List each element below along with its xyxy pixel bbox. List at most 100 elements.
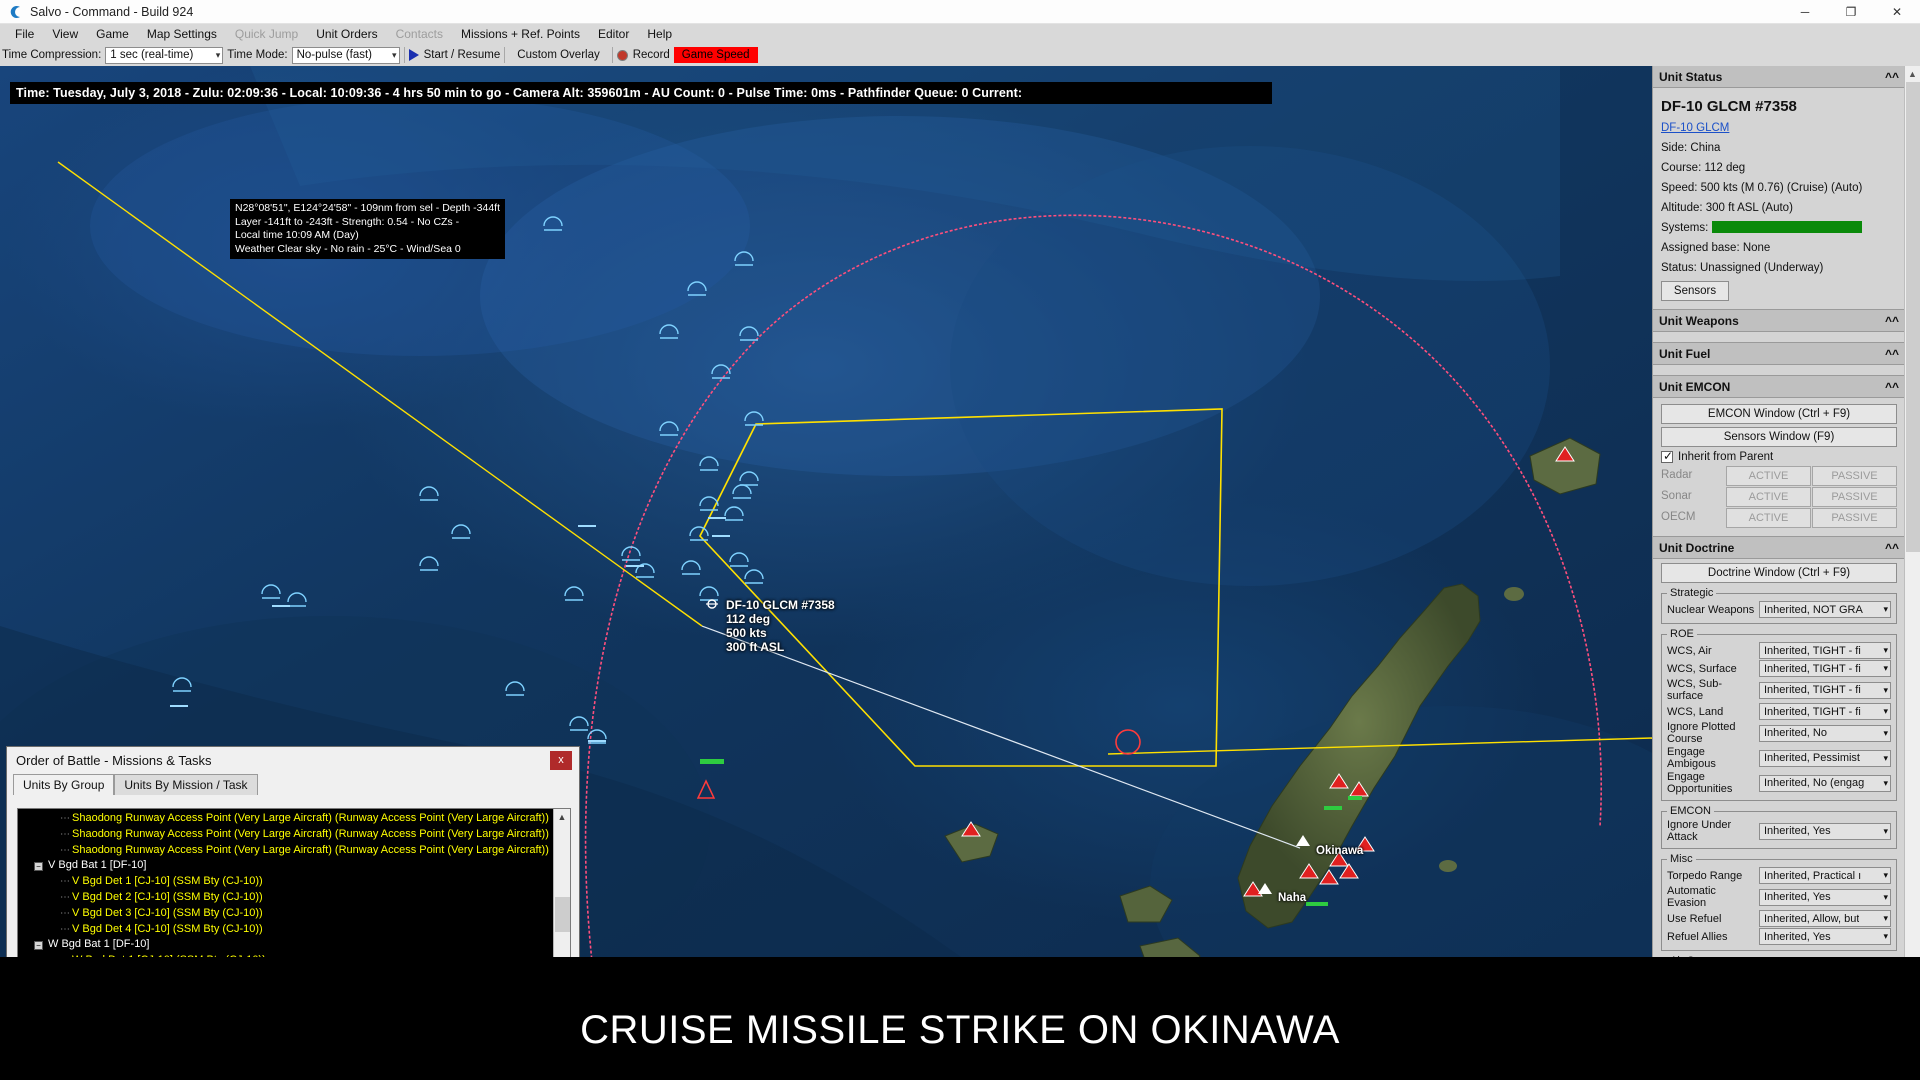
custom-overlay-button[interactable]: Custom Overlay (509, 49, 607, 61)
section-header-unit-status[interactable]: Unit Status ^^ (1653, 66, 1905, 88)
menu-item-game[interactable]: Game (87, 25, 138, 43)
time-compression-value: 1 sec (real-time) (110, 49, 194, 61)
scrollbar-thumb[interactable] (555, 897, 570, 932)
oob-row-label: V Bgd Det 3 [CJ-10] (SSM Bty (CJ-10)) (72, 906, 263, 919)
menu-item-editor[interactable]: Editor (589, 25, 638, 43)
doctrine-label: Ignore Under Attack (1667, 819, 1732, 843)
sensors-window-button[interactable]: Sensors Window (F9) (1661, 427, 1897, 447)
doctrine-select-ignore-under-attack[interactable]: Inherited, Yes ▾ (1759, 822, 1891, 840)
doctrine-row: Automatic Evasion Inherited, Yes ▾ (1667, 885, 1891, 909)
chevron-down-icon: ▾ (1883, 706, 1888, 716)
chevron-up-icon[interactable]: ^^ (1885, 541, 1899, 555)
menu-item-missions-ref-points[interactable]: Missions + Ref. Points (452, 25, 589, 43)
section-header-unit-fuel[interactable]: Unit Fuel ^^ (1653, 343, 1905, 365)
chevron-up-icon[interactable]: ^^ (1885, 70, 1899, 84)
time-compression-select[interactable]: 1 sec (real-time) ▾ (105, 46, 224, 64)
chevron-up-icon[interactable]: ^^ (1885, 380, 1899, 394)
emcon-oecm-passive[interactable]: PASSIVE (1812, 508, 1897, 528)
section-title: Unit EMCON (1659, 379, 1731, 394)
scroll-up-arrow-icon[interactable]: ▲ (554, 809, 570, 825)
emcon-sonar-passive[interactable]: PASSIVE (1812, 487, 1897, 507)
inherit-from-parent-checkbox[interactable]: Inherit from Parent (1661, 449, 1897, 463)
sidebar-scrollbar[interactable]: ▲ (1904, 66, 1920, 1023)
callout-speed: 500 kts (726, 626, 767, 640)
chevron-down-icon: ▾ (1883, 913, 1888, 923)
emcon-window-button[interactable]: EMCON Window (Ctrl + F9) (1661, 404, 1897, 424)
chevron-up-icon[interactable]: ^^ (1885, 314, 1899, 328)
oob-unit-row[interactable]: ⋯ V Bgd Det 4 [CJ-10] (SSM Bty (CJ-10)) (24, 922, 552, 938)
expand-collapse-icon[interactable]: − (34, 940, 43, 950)
oob-row-label: V Bgd Det 2 [CJ-10] (SSM Bty (CJ-10)) (72, 890, 263, 903)
section-header-unit-weapons[interactable]: Unit Weapons ^^ (1653, 310, 1905, 332)
unit-info-sidebar: Unit Status ^^ DF-10 GLCM #7358 DF-10 GL… (1652, 66, 1920, 1023)
doctrine-select-engage-opportunities[interactable]: Inherited, No (engaɡ ▾ (1759, 774, 1891, 792)
doctrine-value: Inherited, TIGHT - fi (1764, 705, 1861, 718)
game-speed-indicator[interactable]: Game Speed (673, 47, 758, 63)
menu-item-view[interactable]: View (43, 25, 87, 43)
checkbox-icon (1661, 449, 1673, 463)
emcon-row-label-sonar: Sonar (1661, 490, 1692, 502)
menu-item-unit-orders[interactable]: Unit Orders (307, 25, 386, 43)
menu-item-help[interactable]: Help (638, 25, 681, 43)
start-resume-button[interactable]: Start / Resume (408, 49, 500, 61)
minimize-button[interactable]: ─ (1782, 0, 1828, 24)
tab-units-by-group[interactable]: Units By Group (13, 774, 115, 795)
menu-bar: File View Game Map Settings Quick Jump Unit O… (0, 24, 1920, 44)
doctrine-row: Ignore Under Attack Inherited, Yes ▾ (1667, 819, 1891, 843)
doctrine-select-wcs-surface[interactable]: Inherited, TIGHT - fi ▾ (1759, 660, 1891, 677)
doctrine-label: WCS, Sub-surface (1667, 678, 1723, 702)
oob-group-row[interactable]: − W Bgd Bat 1 [DF-10] (24, 937, 552, 953)
time-mode-select[interactable]: No-pulse (fast) ▾ (291, 46, 400, 64)
oob-unit-row[interactable]: ⋯ V Bgd Det 3 [CJ-10] (SSM Bty (CJ-10)) (24, 906, 552, 922)
tree-connector-icon: ⋯ (60, 813, 70, 824)
doctrine-select-nuclear-weapons[interactable]: Inherited, NOT GRA ▾ (1759, 601, 1891, 618)
doctrine-select-wcs-land[interactable]: Inherited, TIGHT - fi ▾ (1759, 703, 1891, 720)
oob-unit-row[interactable]: ⋯ V Bgd Det 1 [CJ-10] (SSM Bty (CJ-10)) (24, 874, 552, 890)
toolbar-divider (403, 47, 405, 63)
doctrine-select-wcs-air[interactable]: Inherited, TIGHT - fi ▾ (1759, 642, 1891, 659)
window-controls: ─ ❐ ✕ (1782, 0, 1920, 24)
doctrine-select-use-refuel[interactable]: Inherited, Allow, but ▾ (1759, 910, 1891, 927)
doctrine-value: Inherited, Yes (1764, 891, 1831, 903)
oob-unit-row[interactable]: ⋯ Shaodong Runway Access Point (Very Larg… (24, 811, 552, 827)
caption-spacer (0, 957, 1920, 981)
doctrine-window-button[interactable]: Doctrine Window (Ctrl + F9) (1661, 563, 1897, 583)
chevron-up-icon[interactable]: ^^ (1885, 347, 1899, 361)
doctrine-select-ignore-plotted-course[interactable]: Inherited, No ▾ (1759, 724, 1891, 742)
doctrine-label: Automatic Evasion (1667, 885, 1716, 909)
menu-item-quick-jump: Quick Jump (234, 27, 299, 41)
doctrine-select-wcs-sub-surface[interactable]: Inherited, TIGHT - fi ▾ (1759, 681, 1891, 699)
time-mode-value: No-pulse (fast) (296, 49, 372, 61)
oob-group-row[interactable]: − V Bgd Bat 1 [DF-10] (24, 858, 552, 874)
section-header-unit-doctrine[interactable]: Unit Doctrine ^^ (1653, 537, 1905, 559)
doctrine-select-torpedo-range[interactable]: Inherited, Practical ı ▾ (1759, 867, 1891, 884)
scroll-up-arrow-icon[interactable]: ▲ (1905, 66, 1920, 82)
oob-unit-row[interactable]: ⋯ Shaodong Runway Access Point (Very Larg… (24, 843, 552, 859)
doctrine-select-automatic-evasion[interactable]: Inherited, Yes ▾ (1759, 888, 1891, 906)
record-button[interactable]: Record (616, 49, 670, 61)
unit-class-link[interactable]: DF-10 GLCM (1661, 122, 1897, 134)
map-info-line: Layer -141ft to -243ft - Strength: 0.54 … (235, 215, 460, 228)
emcon-oecm-active[interactable]: ACTIVE (1726, 508, 1811, 528)
menu-item-map-settings[interactable]: Map Settings (138, 25, 226, 43)
menu-item-file[interactable]: File (6, 25, 43, 43)
tab-units-by-mission-task[interactable]: Units By Mission / Task (114, 774, 258, 795)
doctrine-label: Refuel Allies (1667, 930, 1728, 943)
maximize-button[interactable]: ❐ (1828, 0, 1874, 24)
emcon-radar-passive[interactable]: PASSIVE (1812, 466, 1897, 486)
doctrine-select-engage-ambigous[interactable]: Inherited, Pessimist ▾ (1759, 749, 1891, 767)
chevron-down-icon: ▾ (1883, 891, 1888, 902)
expand-collapse-icon[interactable]: − (34, 861, 43, 871)
oob-close-button[interactable]: x (550, 750, 572, 770)
sensors-button[interactable]: Sensors (1661, 281, 1729, 301)
doctrine-row: Engage Opportunities Inherited, No (engaɡ… (1667, 771, 1891, 795)
oob-unit-row[interactable]: ⋯ V Bgd Det 2 [CJ-10] (SSM Bty (CJ-10)) (24, 890, 552, 906)
scrollbar-thumb[interactable] (1906, 82, 1920, 552)
section-header-unit-emcon[interactable]: Unit EMCON ^^ (1653, 376, 1905, 398)
emcon-radar-active[interactable]: ACTIVE (1726, 466, 1811, 486)
oob-unit-row[interactable]: ⋯ Shaodong Runway Access Point (Very Larg… (24, 827, 552, 843)
close-button[interactable]: ✕ (1874, 0, 1920, 24)
doctrine-select-refuel-allies[interactable]: Inherited, Yes ▾ (1759, 928, 1891, 945)
chevron-down-icon: ▾ (1883, 931, 1888, 941)
emcon-sonar-active[interactable]: ACTIVE (1726, 487, 1811, 507)
